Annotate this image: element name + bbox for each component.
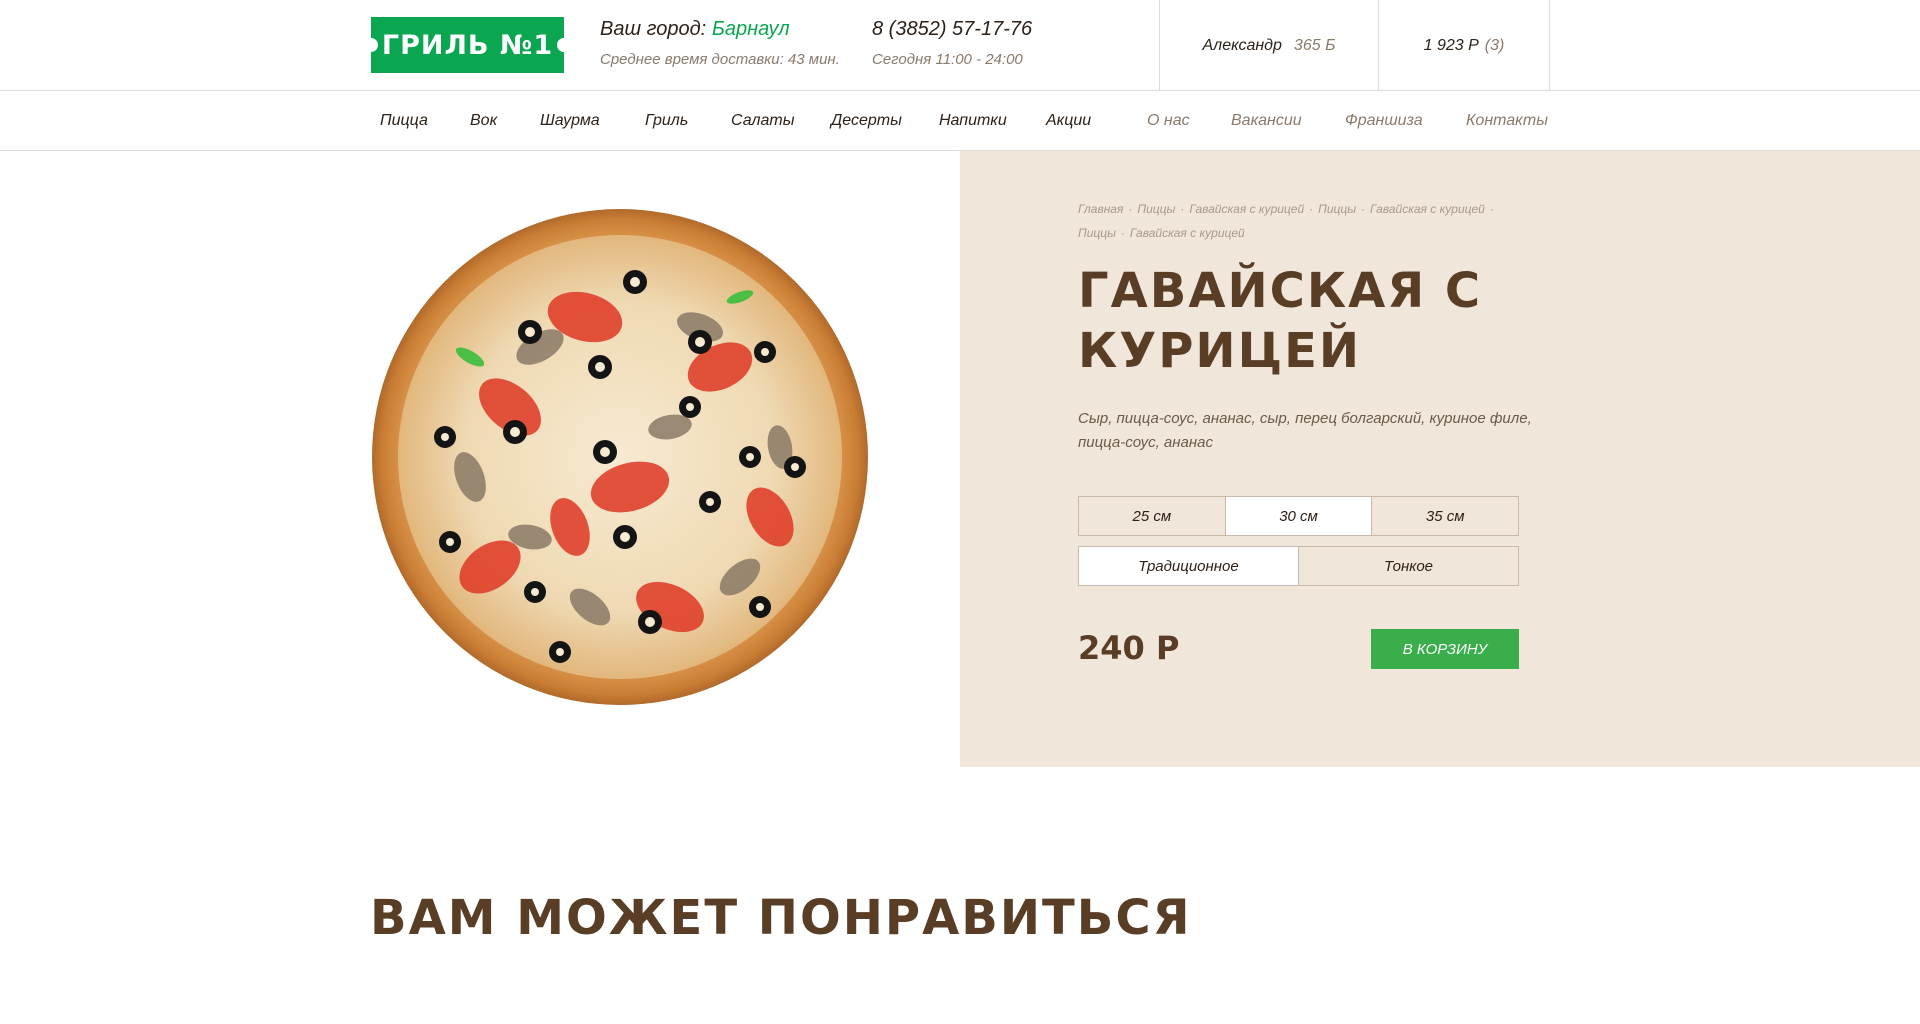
breadcrumb-separator: · (1489, 202, 1494, 216)
nav-item-grill[interactable]: Гриль (645, 91, 688, 151)
user-bonus: 365 Б (1293, 36, 1336, 54)
nav-item-promos[interactable]: Акции (1046, 91, 1091, 151)
add-to-cart-button[interactable]: В КОРЗИНУ (1371, 629, 1519, 669)
product-description: Сыр, пицца-соус, ананас, сыр, перец болг… (1078, 410, 1532, 451)
cart-sum: 1 923 Р (1423, 36, 1479, 54)
logo-text: ГРИЛЬ №1 (381, 29, 554, 61)
delivery-time: Среднее время доставки: 43 мин. (600, 51, 840, 68)
breadcrumb-current: Гавайская с курицей (1129, 226, 1245, 240)
breadcrumb-link[interactable]: Пиццы (1078, 226, 1116, 240)
breadcrumb-link[interactable]: Пиццы (1137, 202, 1175, 216)
breadcrumb-separator: · (1180, 202, 1185, 216)
breadcrumb-link[interactable]: Пиццы (1318, 202, 1356, 216)
breadcrumb-separator: · (1128, 202, 1133, 216)
nav-item-desserts[interactable]: Десерты (831, 91, 902, 151)
nav-item-shawarma[interactable]: Шаурма (540, 91, 600, 151)
nav-item-franchise[interactable]: Франшиза (1345, 91, 1423, 151)
cart-count: (3) (1484, 36, 1505, 54)
size-option-30[interactable]: 30 см (1225, 497, 1373, 535)
site-header: ГРИЛЬ №1 Ваш город: Барнаул Среднее врем… (0, 0, 1920, 91)
breadcrumb-link[interactable]: Главная (1078, 202, 1123, 216)
dough-option-thin[interactable]: Тонкое (1299, 547, 1518, 585)
working-hours: Сегодня 11:00 - 24:00 (872, 51, 1023, 68)
main-nav: Пицца Вок Шаурма Гриль Салаты Десерты На… (0, 91, 1920, 151)
pizza-image (372, 209, 868, 705)
nav-item-pizza[interactable]: Пицца (380, 91, 428, 151)
nav-item-salads[interactable]: Салаты (731, 91, 794, 151)
phone-number[interactable]: 8 (3852) 57-17-76 (872, 18, 1032, 41)
nav-item-drinks[interactable]: Напитки (939, 91, 1007, 151)
logo[interactable]: ГРИЛЬ №1 (371, 17, 564, 73)
header-cart[interactable]: 1 923 Р (3) (1378, 0, 1550, 91)
product-image (370, 207, 870, 707)
size-selector: 25 см 30 см 35 см (1078, 496, 1519, 536)
dough-option-traditional[interactable]: Традиционное (1079, 547, 1299, 585)
size-option-35[interactable]: 35 см (1372, 497, 1518, 535)
nav-item-wok[interactable]: Вок (470, 91, 497, 151)
breadcrumb-separator: · (1120, 226, 1125, 240)
nav-item-contacts[interactable]: Контакты (1466, 91, 1548, 151)
product-panel: Главная · Пиццы · Гавайская с курицей · Пиццы ·… (960, 151, 1920, 767)
product-section: Главная · Пиццы · Гавайская с курицей · Пиццы ·… (0, 151, 1920, 767)
breadcrumb-link[interactable]: Гавайская с курицей (1370, 202, 1485, 216)
city-label: Ваш город: (600, 18, 707, 40)
nav-item-about[interactable]: О нас (1147, 91, 1190, 151)
user-name: Александр (1202, 36, 1282, 54)
product-title: Гавайская с курицей (1078, 263, 1483, 379)
breadcrumb-separator: · (1309, 202, 1314, 216)
dough-selector: Традиционное Тонкое (1078, 546, 1519, 586)
city-block: Ваш город: Барнаул Среднее время доставк… (600, 18, 840, 68)
nav-item-vacancies[interactable]: Вакансии (1231, 91, 1302, 151)
size-option-25[interactable]: 25 см (1079, 497, 1226, 535)
city-line: Ваш город: Барнаул (600, 18, 840, 41)
breadcrumb-separator: · (1361, 202, 1366, 216)
city-selector[interactable]: Барнаул (712, 18, 790, 40)
breadcrumb-link[interactable]: Гавайская с курицей (1189, 202, 1304, 216)
recommend-title: Вам может понравиться (370, 890, 1192, 946)
user-account[interactable]: Александр 365 Б (1159, 0, 1378, 91)
phone-block: 8 (3852) 57-17-76 Сегодня 11:00 - 24:00 (872, 18, 1032, 68)
product-price: 240 Р (1078, 629, 1180, 667)
breadcrumb: Главная · Пиццы · Гавайская с курицей · Пиццы ·… (1078, 197, 1538, 245)
